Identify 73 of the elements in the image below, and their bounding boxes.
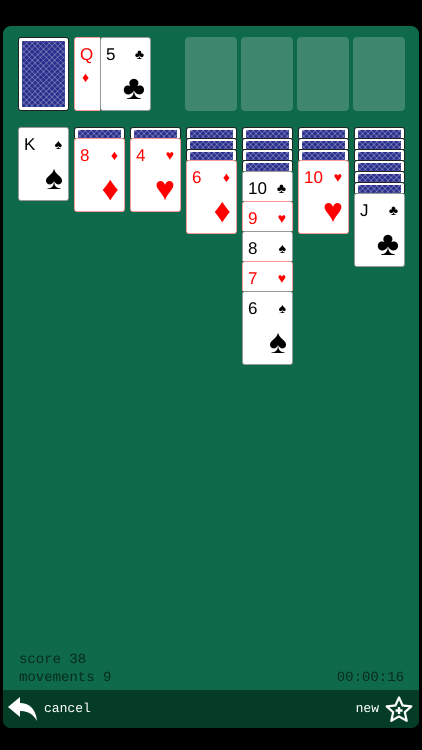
suit-text: ♣ [276,181,286,195]
suit-text: ♠ [54,137,62,151]
playing-card[interactable]: 9 ♥ [242,201,293,231]
card-back[interactable] [18,37,69,111]
card-back[interactable] [354,138,405,149]
star-plus-icon [385,696,413,722]
card-back[interactable] [298,149,349,160]
card-back[interactable] [298,127,349,138]
card-rank: 8 [248,240,258,257]
timer-text: 00:00:16 [336,669,404,687]
playing-card[interactable]: 5 ♣ ♣ [100,37,151,111]
playing-card[interactable]: 10 ♥ ♥ [298,160,349,234]
card-rank: 10 [248,180,267,197]
score-text: score 38 [19,651,88,669]
card-rank: K [24,136,36,153]
card-back[interactable] [354,171,405,182]
card-rank: 4 [136,147,146,164]
suit-pip: ♣ [376,227,399,261]
card-back[interactable] [242,138,293,149]
suit-pip: ♦ [214,194,231,228]
movements-text: movements 9 [19,669,112,687]
card-back[interactable] [242,160,293,171]
suit-text: ♥ [334,170,342,184]
suit-pip: ♥ [322,194,343,228]
playing-card[interactable]: K ♠ ♠ [18,127,69,201]
playing-card[interactable]: 7 ♥ [242,261,293,291]
card-back[interactable] [242,127,293,138]
card-rank: Q [80,46,94,63]
playing-card[interactable]: Q ♦ [74,37,100,111]
suit-text: ♥ [278,211,286,225]
playing-card[interactable]: 10 ♣ [242,171,293,201]
card-back[interactable] [354,127,405,138]
card-rank: 8 [80,147,90,164]
card-back[interactable] [130,127,181,138]
card-back[interactable] [186,138,237,149]
suit-text: ♦ [82,70,90,84]
suit-text: ♣ [134,47,144,61]
card-rank: 7 [248,270,258,287]
card-back[interactable] [186,149,237,160]
suit-text: ♥ [166,148,174,162]
card-rank: 9 [248,210,258,227]
suit-text: ♥ [278,271,286,285]
playing-card[interactable]: 6 ♠ ♠ [242,291,293,365]
card-back[interactable] [186,127,237,138]
card-back[interactable] [354,160,405,171]
suit-pip: ♣ [122,71,145,105]
suit-pip: ♠ [44,161,63,195]
card-back[interactable] [74,127,125,138]
playing-card[interactable]: 4 ♥ ♥ [130,138,181,212]
card-back[interactable] [242,149,293,160]
suit-text: ♦ [222,170,230,184]
card-rank: 10 [304,169,323,186]
suit-pip: ♥ [154,172,175,206]
cancel-button[interactable]: cancel [8,696,91,722]
card-back[interactable] [354,182,405,193]
suit-text: ♦ [110,148,118,162]
suit-text: ♠ [278,241,286,255]
card-rank: J [360,202,368,219]
card-rank: 6 [192,169,202,186]
suit-pip: ♦ [102,172,119,206]
card-back[interactable] [298,138,349,149]
playing-card[interactable]: 8 ♦ ♦ [74,138,125,212]
card-rank: 6 [248,300,258,317]
card-rank: 5 [106,46,116,63]
playing-card[interactable]: 8 ♠ [242,231,293,261]
playing-card[interactable]: J ♣ ♣ [354,193,405,267]
suit-pip: ♠ [268,325,287,359]
suit-text: ♠ [278,301,286,315]
playing-card[interactable]: 6 ♦ ♦ [186,160,237,234]
undo-icon [8,696,38,722]
new-game-button[interactable]: new [356,696,413,722]
card-back[interactable] [354,149,405,160]
suit-text: ♣ [388,203,398,217]
